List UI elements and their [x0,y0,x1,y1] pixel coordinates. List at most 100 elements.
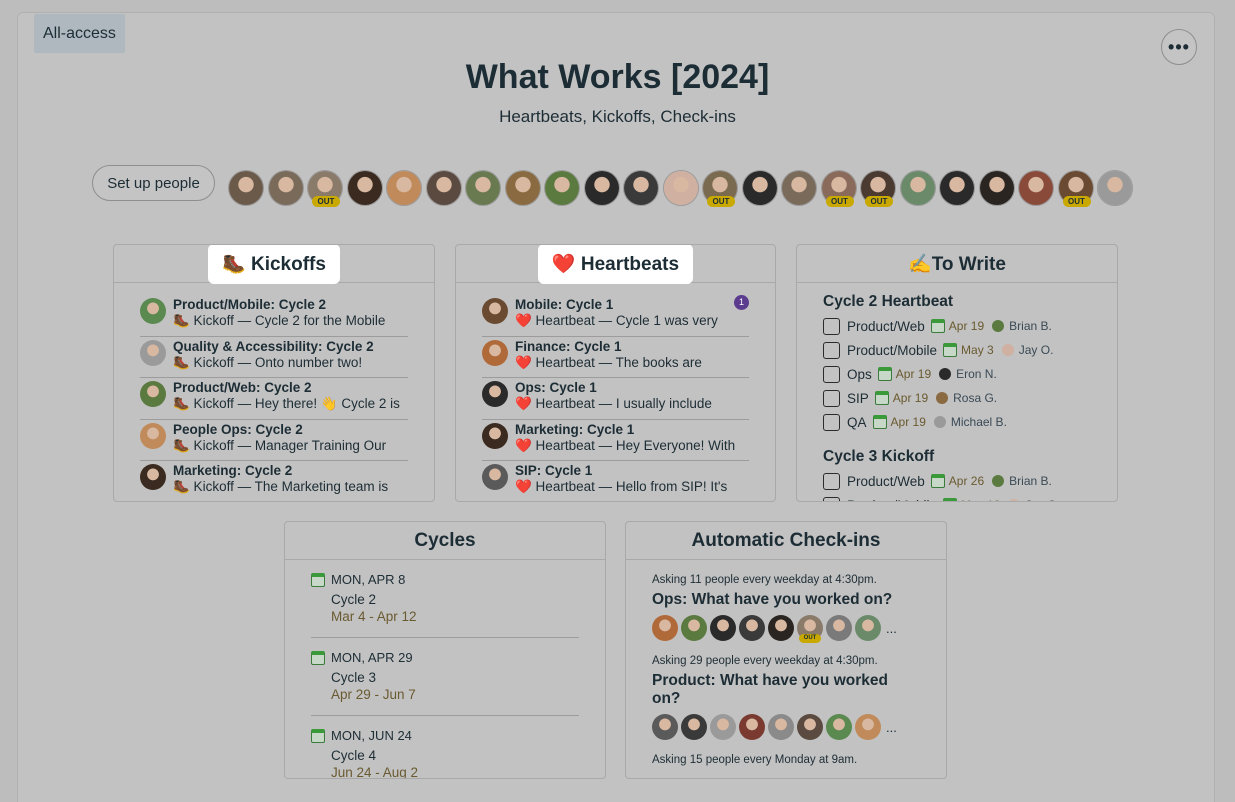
todo-checkbox[interactable] [823,389,840,407]
participant-avatar [739,615,765,641]
person-avatar[interactable] [425,170,462,206]
access-badge[interactable]: All-access [34,14,125,53]
cycle-item[interactable]: MON, JUN 24 Cycle 4 Jun 24 - Aug 2 [311,716,579,778]
due-date: Apr 26 [948,474,985,488]
person-avatar[interactable]: OUT [860,170,896,207]
avatar-photo [584,171,619,205]
message-title: Marketing: Cycle 2 [173,463,293,478]
assignee-avatar [939,368,952,380]
to-write-header[interactable]: ✍️To Write [797,245,1117,283]
participant-avatar: OUT [797,615,823,643]
message-excerpt: ❤️ Heartbeat — Hello from SIP! It's [515,479,728,494]
person-avatar[interactable] [228,170,264,206]
set-up-people-button[interactable]: Set up people [92,165,215,201]
todo-name[interactable]: Ops [847,367,872,382]
participant-avatar [826,615,852,641]
person-avatar[interactable] [623,170,659,206]
todo-checkbox[interactable] [823,341,840,359]
cycle-item[interactable]: MON, APR 29 Cycle 3 Apr 29 - Jun 7 [311,638,579,716]
person-avatar[interactable] [781,170,817,206]
person-avatar[interactable]: OUT [702,170,738,207]
todo-checkbox[interactable] [823,496,840,501]
person-avatar[interactable] [386,170,422,206]
checkin-question[interactable]: Ops: What have you worked on? [652,591,920,609]
kickoffs-header[interactable]: 🥾 Kickoffs [114,245,434,284]
checkin-question[interactable]: Product: What have you worked on? [652,672,920,708]
checkin-schedule: Asking 11 people every weekday at 4:30pm… [652,574,877,586]
assignee-name: Michael B. [950,415,1007,429]
checkin-schedule: Asking 15 people every Monday at 9am. [652,754,858,766]
to-write-title[interactable]: ✍️To Write [908,252,1006,276]
todo-checkbox[interactable] [823,472,840,490]
person-avatar[interactable] [346,170,383,206]
message-item[interactable]: Marketing: Cycle 1 ❤️ Heartbeat — Hey Eve… [482,420,749,461]
cycles-title[interactable]: Cycles [414,530,475,552]
kickoffs-title[interactable]: 🥾 Kickoffs [208,245,340,284]
person-avatar[interactable] [465,170,501,206]
message-text: Quality & Accessibility: Cycle 2 🥾 Kickof… [173,339,374,375]
page-title: What Works [2024] [465,58,770,96]
message-title: Product/Mobile: Cycle 2 [173,297,327,312]
message-excerpt: 🥾 Kickoff — The Marketing team is [173,479,389,494]
cycle-item[interactable]: MON, APR 8 Cycle 2 Mar 4 - Apr 12 [311,560,579,638]
todo-group-title[interactable]: Cycle 3 Kickoff [823,448,1091,466]
todo-checkbox[interactable] [823,365,840,383]
message-excerpt: ❤️ Heartbeat — Cycle 1 was very [515,313,718,328]
message-item[interactable]: Marketing: Cycle 2 🥾 Kickoff — The Market… [140,461,408,501]
person-avatar[interactable]: OUT [1057,170,1094,207]
person-avatar[interactable] [939,170,975,206]
message-item[interactable]: Finance: Cycle 1 ❤️ Heartbeat — The books… [482,337,749,378]
message-item[interactable]: People Ops: Cycle 2 🥾 Kickoff — Manager T… [140,420,408,461]
person-avatar[interactable] [899,170,936,206]
todo-name[interactable]: Product/Web [847,474,925,489]
checkin-people: OUT... [652,615,920,643]
checkins-title[interactable]: Automatic Check-ins [692,530,881,552]
message-title: SIP: Cycle 1 [515,463,593,478]
calendar-icon [311,650,325,665]
message-item[interactable]: Mobile: Cycle 1 ❤️ Heartbeat — Cycle 1 wa… [482,295,749,337]
message-text: SIP: Cycle 1 ❤️ Heartbeat — Hello from SI… [515,463,727,499]
message-excerpt: 🥾 Kickoff — Onto number two! [173,354,363,370]
todo-name[interactable]: QA [847,415,867,430]
message-item[interactable]: SIP: Cycle 1 ❤️ Heartbeat — Hello from SI… [482,461,749,501]
todo-name[interactable]: Product/Mobile [847,343,937,358]
todo-name[interactable]: SIP [847,391,869,406]
todo-group-title[interactable]: Cycle 2 Heartbeat [823,293,1091,311]
person-avatar[interactable] [978,170,1015,206]
person-avatar[interactable] [1018,170,1054,206]
participant-avatar [652,714,678,740]
message-item[interactable]: Quality & Accessibility: Cycle 2 🥾 Kickof… [140,337,408,378]
todo-name[interactable]: Product/Web [847,319,925,334]
heartbeats-header[interactable]: ❤️ Heartbeats [456,245,775,284]
person-avatar[interactable] [267,170,304,206]
participant-avatar [710,714,736,740]
todo-checkbox[interactable] [823,317,840,335]
message-item[interactable]: Product/Web: Cycle 2 🥾 Kickoff — Hey ther… [140,378,408,420]
checkins-header[interactable]: Automatic Check-ins [626,522,946,560]
calendar-icon [943,343,958,357]
person-avatar[interactable] [583,170,620,206]
author-avatar [140,381,166,407]
message-item[interactable]: Ops: Cycle 1 ❤️ Heartbeat — I usually inc… [482,378,749,420]
assignee-avatar [1008,499,1021,501]
message-item[interactable]: Product/Mobile: Cycle 2 🥾 Kickoff — Cycle… [140,295,408,337]
person-avatar[interactable] [741,170,778,206]
participant-avatar [855,714,881,740]
cycles-header[interactable]: Cycles [285,522,605,560]
author-avatar [482,298,508,324]
person-avatar[interactable] [544,170,580,206]
participant-avatar [739,714,765,740]
message-excerpt: 🥾 Kickoff — Cycle 2 for the Mobile [173,313,386,328]
cycle-date: MON, JUN 24 [311,728,579,743]
todo-item: Product/Web Apr 26 Brian B. [823,469,1091,493]
todo-checkbox[interactable] [823,413,840,431]
person-avatar[interactable] [504,170,541,206]
heartbeats-title[interactable]: ❤️ Heartbeats [537,245,694,284]
person-avatar[interactable]: OUT [820,170,857,207]
person-avatar[interactable]: OUT [307,170,343,207]
participant-avatar [768,615,794,641]
person-avatar[interactable] [1097,170,1133,206]
todo-name[interactable]: Product/Mobile [847,498,937,502]
person-avatar[interactable] [662,170,699,206]
message-excerpt: ❤️ Heartbeat — I usually include [515,396,712,411]
